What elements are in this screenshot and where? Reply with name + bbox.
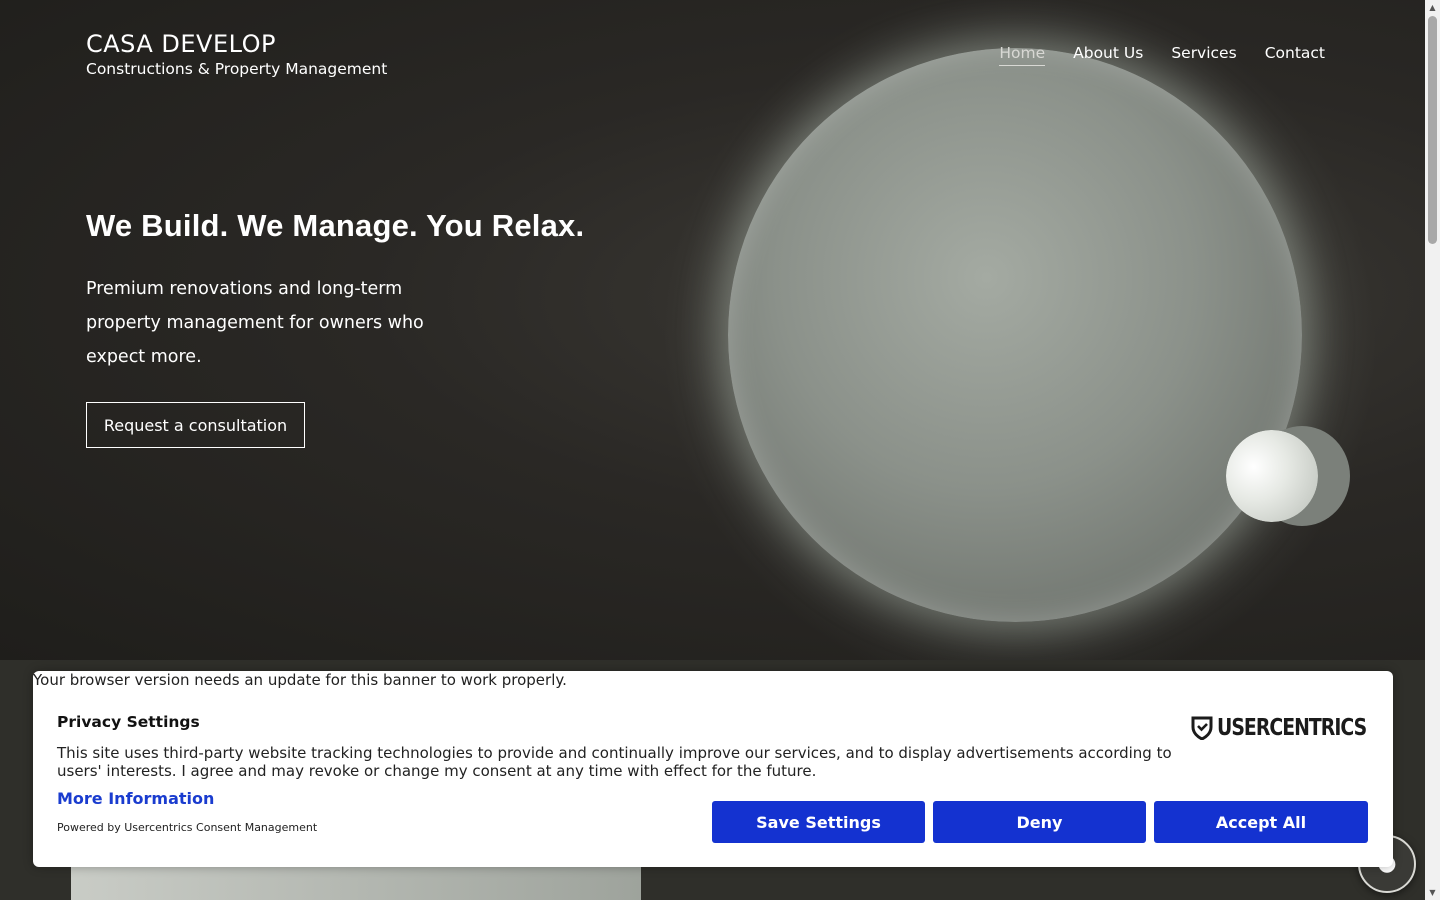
banner-title: Privacy Settings — [57, 713, 200, 731]
request-consultation-button[interactable]: Request a consultation — [86, 402, 305, 448]
site-logo[interactable]: CASA DEVELOP Constructions & Property Ma… — [86, 30, 387, 78]
powered-by-text: Powered by Usercentrics Consent Manageme… — [57, 821, 318, 834]
save-settings-button[interactable]: Save Settings — [712, 801, 925, 843]
hero-subtext: Premium renovations and long-term proper… — [86, 279, 424, 367]
scroll-down-icon[interactable]: ▼ — [1425, 885, 1440, 900]
nav-home[interactable]: Home — [999, 44, 1046, 66]
page-scrollbar[interactable]: ▲ ▼ — [1425, 0, 1440, 900]
banner-text: This site uses third-party website track… — [57, 744, 1172, 780]
nav-about-us[interactable]: About Us — [1073, 44, 1143, 66]
hero-headline: We Build. We Manage. You Relax. — [86, 208, 585, 243]
browser-warning: Your browser version needs an update for… — [33, 671, 567, 689]
nav-services[interactable]: Services — [1171, 44, 1236, 66]
deny-button[interactable]: Deny — [933, 801, 1146, 843]
scroll-thumb[interactable] — [1428, 16, 1437, 244]
hero-image-orb — [1226, 430, 1318, 522]
brand-tagline: Constructions & Property Management — [86, 60, 388, 78]
brand-name: CASA DEVELOP — [86, 30, 277, 58]
main-nav: Home About Us Services Contact — [999, 44, 1325, 66]
scroll-up-icon[interactable]: ▲ — [1425, 0, 1440, 15]
hero-image-circle — [728, 48, 1302, 622]
usercentrics-logo: USERCENTRICS — [1191, 715, 1369, 741]
usercentrics-wordmark: USERCENTRICS — [1217, 715, 1367, 741]
accept-all-button[interactable]: Accept All — [1154, 801, 1368, 843]
nav-contact[interactable]: Contact — [1265, 44, 1325, 66]
hero-section: CASA DEVELOP Constructions & Property Ma… — [0, 0, 1425, 660]
more-information-link[interactable]: More Information — [57, 789, 214, 808]
usercentrics-shield-icon — [1191, 716, 1213, 740]
consent-banner: Your browser version needs an update for… — [33, 671, 1393, 867]
